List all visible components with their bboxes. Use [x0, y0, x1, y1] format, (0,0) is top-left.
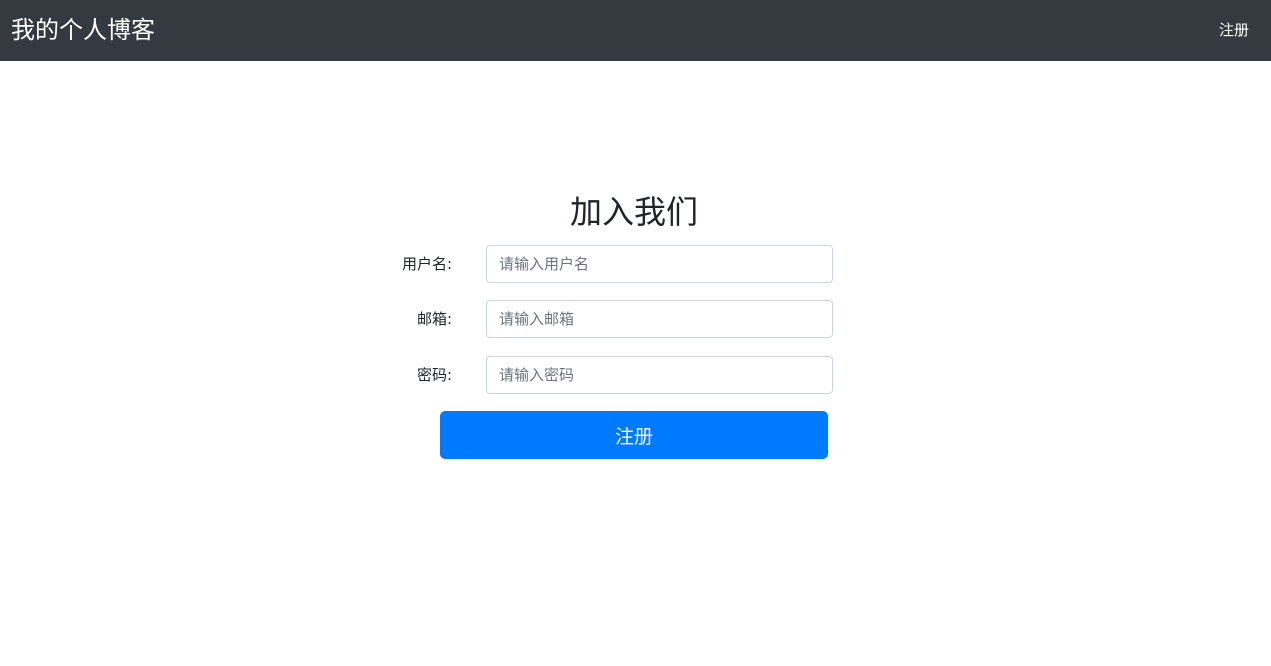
register-button[interactable]: 注册: [440, 411, 828, 459]
username-label: 用户名:: [401, 255, 452, 273]
username-input[interactable]: [486, 245, 833, 283]
form-row-username: 用户名:: [0, 245, 1271, 283]
form-row-email: 邮箱:: [0, 300, 1271, 338]
brand-link[interactable]: 我的个人博客: [11, 14, 155, 46]
page-title: 加入我们: [569, 193, 698, 231]
email-input[interactable]: [486, 300, 833, 338]
form-row-password: 密码:: [0, 356, 1271, 394]
password-label: 密码:: [416, 366, 452, 384]
password-input[interactable]: [486, 356, 833, 394]
top-navbar: 我的个人博客 注册: [0, 0, 1271, 61]
email-label: 邮箱:: [416, 310, 452, 328]
nav-register-link[interactable]: 注册: [1219, 20, 1249, 40]
